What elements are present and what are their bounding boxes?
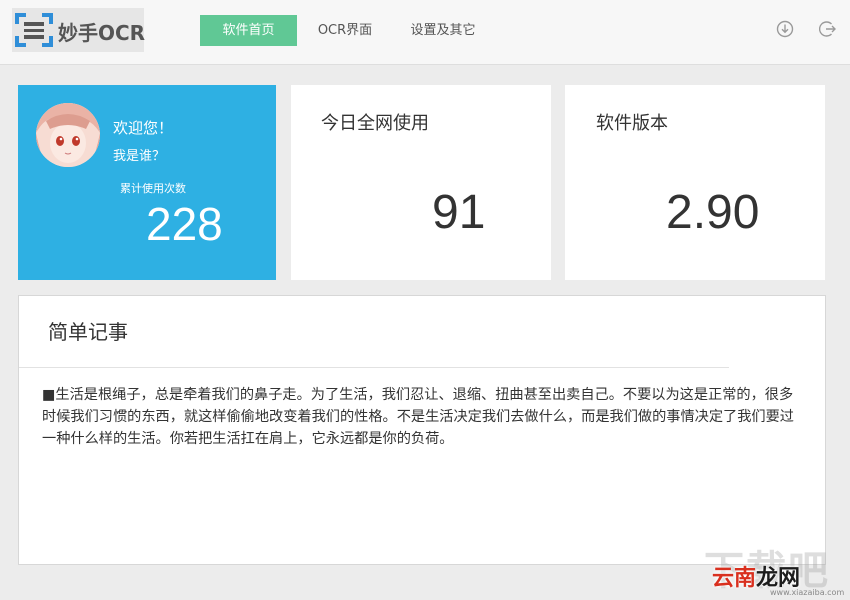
notes-divider <box>19 367 729 368</box>
avatar-image <box>36 103 100 167</box>
today-usage-value: 91 <box>432 186 486 239</box>
logo-text: 妙手OCR <box>58 21 146 45</box>
watermark-url: www.xiazaiba.com <box>770 588 845 597</box>
today-usage-title: 今日全网使用 <box>321 113 429 134</box>
top-bar: 妙手OCR 软件首页 OCR界面 设置及其它 <box>0 0 850 65</box>
tab-settings[interactable]: 设置及其它 <box>395 15 491 46</box>
watermark: 下载吧 云南龙网 www.xiazaiba.com <box>702 538 850 600</box>
notes-title: 简单记事 <box>48 320 128 344</box>
app-logo: 妙手OCR <box>12 8 146 52</box>
version-card: 软件版本 2.90 <box>565 85 825 280</box>
who-am-i-link[interactable]: 我是谁？ <box>113 145 165 164</box>
logout-icon[interactable] <box>819 20 837 38</box>
tab-ocr[interactable]: OCR界面 <box>302 15 388 46</box>
notes-body: ■生活是根绳子，总是牵着我们的鼻子走。为了生活，我们忍让、退缩、扭曲甚至出卖自己… <box>42 387 794 447</box>
download-icon[interactable] <box>776 20 794 38</box>
watermark-brand-red: 云南 <box>712 566 757 591</box>
welcome-card: 欢迎您！ 我是谁？ 累计使用次数 228 <box>18 85 276 280</box>
avatar[interactable] <box>36 103 100 167</box>
version-value: 2.90 <box>666 186 760 239</box>
version-title: 软件版本 <box>596 113 668 134</box>
welcome-greeting: 欢迎您！ <box>113 119 174 137</box>
today-usage-card: 今日全网使用 91 <box>291 85 551 280</box>
usage-count-label: 累计使用次数 <box>120 182 186 195</box>
notes-panel: 简单记事 ■生活是根绳子，总是牵着我们的鼻子走。为了生活，我们忍让、退缩、扭曲甚… <box>18 295 826 565</box>
scan-frame-icon <box>15 13 53 47</box>
usage-count-value: 228 <box>146 198 223 250</box>
tab-home[interactable]: 软件首页 <box>200 15 297 46</box>
